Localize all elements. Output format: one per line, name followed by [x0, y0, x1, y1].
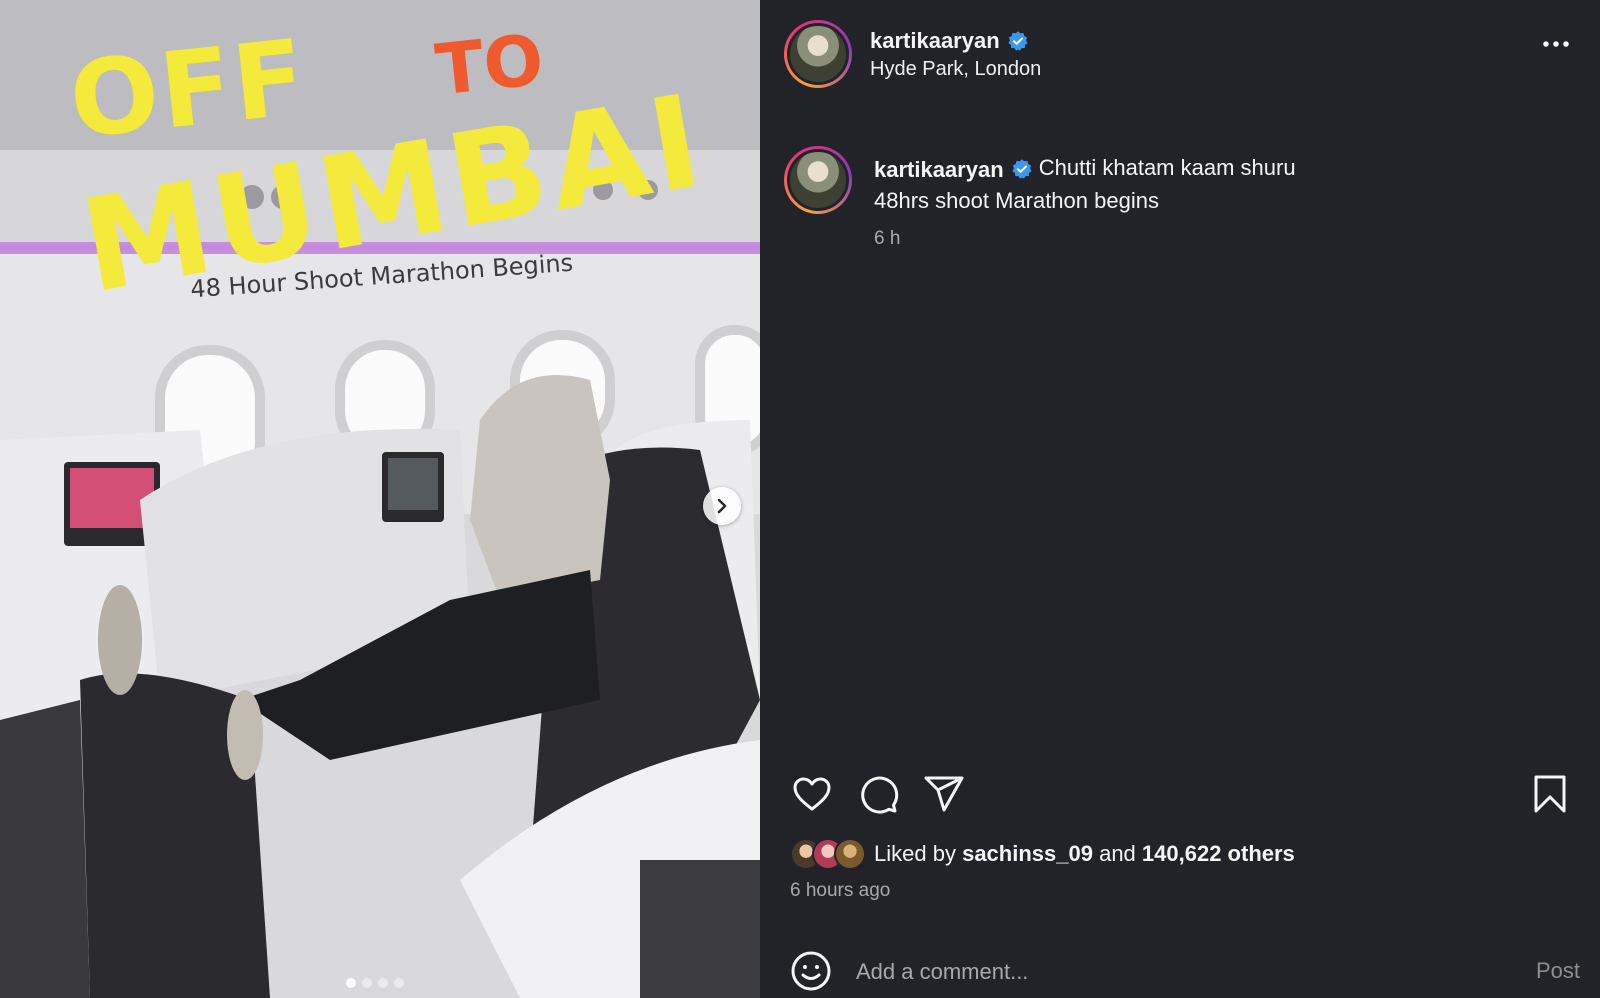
caption-line-1: Chutti khatam kaam shuru [1038, 155, 1296, 180]
liker-avatar [834, 838, 866, 870]
bookmark-icon[interactable] [1528, 772, 1572, 816]
action-bar [790, 772, 1580, 818]
post-caption: kartikaaryan Chutti khatam kaam shuru 48… [784, 146, 1296, 250]
caption-username[interactable]: kartikaaryan [874, 154, 1033, 185]
comment-composer: Post [790, 950, 1580, 994]
post-location[interactable]: Hyde Park, London [870, 58, 1041, 81]
liked-by-user-link[interactable]: sachinss_09 [962, 841, 1093, 866]
post-details-panel: kartikaaryan Hyde Park, London kartikaar… [760, 0, 1600, 998]
airplane-cabin-photo [0, 0, 760, 998]
heart-icon[interactable] [790, 772, 834, 816]
emoji-icon[interactable] [790, 950, 832, 992]
verified-badge-icon [1012, 159, 1032, 179]
liked-by-text: Liked by sachinss_09 and 140,622 others [874, 841, 1295, 867]
likes-summary: Liked by sachinss_09 and 140,622 others [790, 838, 1295, 870]
liker-avatars[interactable] [790, 838, 866, 870]
post-comment-button[interactable]: Post [1536, 958, 1580, 984]
send-icon[interactable] [922, 772, 966, 816]
caption-username-text: kartikaaryan [874, 156, 1004, 182]
liked-by-prefix: Liked by [874, 841, 956, 866]
carousel-indicator [346, 978, 404, 988]
chevron-right-icon [717, 498, 727, 514]
post-header: kartikaaryan Hyde Park, London [784, 20, 1041, 88]
comment-input[interactable] [856, 955, 1496, 989]
caption-timestamp: 6 h [874, 227, 901, 249]
avatar[interactable] [784, 146, 852, 214]
post-media[interactable]: OFF TO MUMBAI 48 Hour Shoot Marathon Beg… [0, 0, 760, 998]
likes-count-link[interactable]: 140,622 others [1142, 841, 1295, 866]
carousel-dot [362, 978, 372, 988]
carousel-dot [346, 978, 356, 988]
post-time-ago[interactable]: 6 hours ago [790, 880, 890, 902]
carousel-dot [378, 978, 388, 988]
verified-badge-icon [1008, 30, 1028, 51]
author-username-text: kartikaaryan [870, 27, 1000, 53]
carousel-dot [394, 978, 404, 988]
avatar[interactable] [784, 20, 852, 88]
caption-line-2: 48hrs shoot Marathon begins [874, 187, 1159, 213]
more-horizontal-icon[interactable] [1542, 40, 1570, 48]
next-slide-button[interactable] [703, 487, 741, 525]
liked-by-conjunction: and [1099, 841, 1136, 866]
comment-icon[interactable] [856, 772, 900, 816]
author-username[interactable]: kartikaaryan [870, 28, 1029, 54]
